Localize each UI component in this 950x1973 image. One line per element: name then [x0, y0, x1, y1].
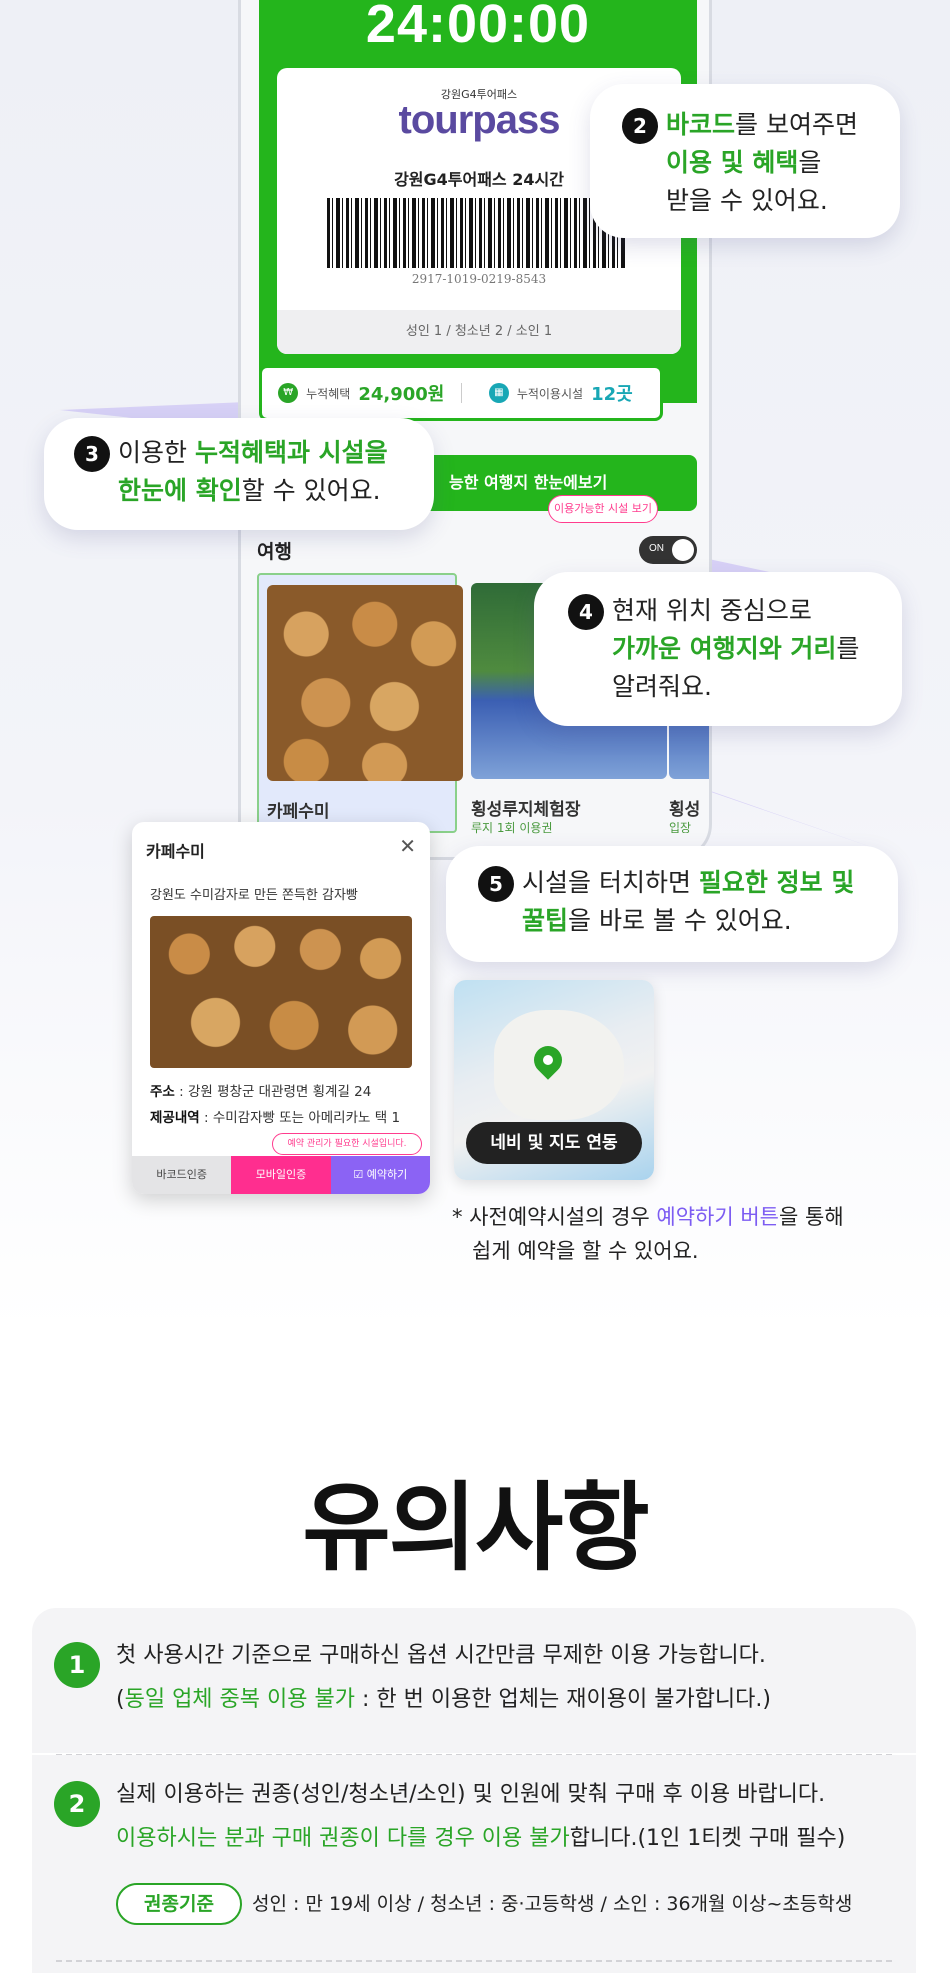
- barcode-number: 2917-1019-0219-8543: [411, 272, 547, 286]
- popup-offer: 제공내역 : 수미감자빵 또는 아메리카노 택 1: [150, 1106, 400, 1126]
- card-name: 카페수미: [267, 802, 330, 822]
- notice-title: 유의사항: [302, 1472, 649, 1584]
- reserve-label: 예약하기: [366, 1168, 408, 1181]
- stats-bar: ₩ 누적혜택 24,900원 ▦ 누적이용시설 12곳: [259, 365, 663, 421]
- card-name: 횡성: [669, 800, 701, 820]
- card-sub: 입장: [669, 821, 692, 833]
- stat-facility-label: 누적이용시설: [516, 386, 584, 401]
- stat-benefit: ₩ 누적혜택 24,900원: [262, 380, 461, 406]
- facility-popup: 카페수미 ✕ 강원도 수미감자로 만든 쫀득한 감자빵 주소 : 강원 평창군 …: [132, 822, 430, 1194]
- callout-text: 현재 위치 중심으로: [612, 596, 812, 625]
- popup-image: [150, 916, 412, 1068]
- callout-highlight: 필요한 정보 및: [698, 868, 855, 897]
- available-toggle[interactable]: ON: [639, 536, 697, 564]
- barcode[interactable]: [327, 198, 627, 268]
- callout-number: 2: [622, 108, 658, 144]
- notice-text: (: [116, 1687, 125, 1712]
- card-image: [267, 585, 463, 781]
- callout-text: 시설을 터치하면: [522, 868, 699, 897]
- card-sub: 루지 1회 이용권: [471, 821, 553, 835]
- callout-text: 알려줘요.: [612, 672, 712, 701]
- notice-item: 2 실제 이용하는 권종(성인/청소년/소인) 및 인원에 맞춰 구매 후 이용…: [32, 1755, 916, 1973]
- callout-number: 3: [74, 436, 110, 472]
- note-text: 쉽게 예약을 할 수 있어요.: [472, 1239, 699, 1263]
- callout-highlight: 한눈에 확인: [118, 476, 242, 505]
- stat-benefit-label: 누적혜택: [306, 386, 351, 401]
- callout-highlight: 이용 및 혜택: [666, 148, 799, 177]
- notice-line: (동일 업체 중복 이용 불가 : 한 번 이용한 업체는 재이용이 불가합니다…: [116, 1678, 771, 1722]
- notice-highlight: 동일 업체 중복 이용 불가: [124, 1687, 355, 1712]
- passenger-count: 성인 1 / 청소년 2 / 소인 1: [277, 310, 681, 354]
- reservation-tip: 예약 관리가 필요한 시설입니다.: [272, 1133, 422, 1155]
- ticket-type-text: 성인 : 만 19세 이상 / 청소년 : 중·고등학생 / 소인 : 36개월…: [252, 1893, 853, 1915]
- offer-label: 제공내역: [150, 1110, 200, 1126]
- close-icon[interactable]: ✕: [399, 834, 416, 858]
- callout-text: 를: [836, 634, 860, 663]
- notice-text: : 한 번 이용한 업체는 재이용이 불가합니다.): [354, 1687, 771, 1712]
- callout-text: 을: [798, 148, 822, 177]
- popup-description: 강원도 수미감자로 만든 쫀득한 감자빵: [150, 888, 358, 903]
- travel-section-label: 여행: [257, 541, 292, 563]
- notice-number: 2: [54, 1781, 100, 1827]
- notice-divider: [56, 1960, 892, 1962]
- notice-number: 1: [54, 1642, 100, 1688]
- barcode-auth-button[interactable]: 바코드인증: [132, 1156, 232, 1194]
- note-highlight: 예약하기 버튼: [656, 1205, 780, 1229]
- reserve-button[interactable]: ☑ 예약하기: [330, 1156, 430, 1194]
- address-label: 주소: [150, 1084, 175, 1100]
- stat-facility: ▦ 누적이용시설 12곳: [462, 380, 661, 406]
- popup-actions: 바코드인증 모바일인증 ☑ 예약하기: [132, 1156, 430, 1194]
- notice-line: 실제 이용하는 권종(성인/청소년/소인) 및 인원에 맞춰 구매 후 이용 바…: [116, 1782, 826, 1807]
- toggle-on-label: ON: [649, 543, 664, 554]
- notice-line: 첫 사용시간 기준으로 구매하신 옵션 시간만큼 무제한 이용 가능합니다.: [116, 1643, 766, 1668]
- calendar-icon: ☑: [353, 1168, 367, 1181]
- brand-wordmark: tourpass: [398, 98, 561, 142]
- coin-icon: ₩: [278, 383, 299, 403]
- notice-highlight: 이용하시는 분과 구매 권종이 다를 경우 이용 불가: [116, 1826, 570, 1851]
- callout-text: 할 수 있어요.: [241, 476, 381, 505]
- callout-nearby: 4 현재 위치 중심으로 가까운 여행지와 거리를 알려줘요.: [534, 572, 902, 726]
- map-label: 네비 및 지도 연동: [466, 1122, 642, 1164]
- notice-item: 1 첫 사용시간 기준으로 구매하신 옵션 시간만큼 무제한 이용 가능합니다.…: [32, 1608, 916, 1753]
- notice-text: 합니다.(1인 1티켓 구매 필수): [569, 1826, 846, 1851]
- callout-highlight: 꿀팁: [522, 906, 569, 935]
- callout-highlight: 가까운 여행지와 거리: [612, 634, 837, 663]
- notice-line: 이용하시는 분과 구매 권종이 다를 경우 이용 불가합니다.(1인 1티켓 구…: [116, 1817, 845, 1861]
- toggle-knob: [672, 539, 694, 561]
- map-thumbnail[interactable]: 네비 및 지도 연동: [454, 980, 654, 1180]
- callout-barcode: 2 바코드를 보여주면 이용 및 혜택을 받을 수 있어요.: [590, 84, 900, 238]
- offer-value: : 수미감자빵 또는 아메리카노 택 1: [199, 1110, 401, 1126]
- callout-highlight: 누적혜택과 시설을: [194, 438, 388, 467]
- callout-text: 받을 수 있어요.: [666, 186, 828, 215]
- note-text: * 사전예약시설의 경우: [452, 1205, 657, 1229]
- callout-text: 이용한: [118, 438, 195, 467]
- timer: 24:00:00: [365, 0, 591, 54]
- callout-number: 4: [568, 594, 604, 630]
- callout-highlight: 바코드: [666, 110, 736, 139]
- ticket-type-pill: 권종기준: [116, 1883, 242, 1925]
- reservation-note: * 사전예약시설의 경우 예약하기 버튼을 통해 쉽게 예약을 할 수 있어요.: [452, 1200, 844, 1268]
- travel-card[interactable]: 카페수미: [257, 573, 463, 833]
- toggle-tooltip: 이용가능한 시설 보기: [548, 495, 658, 523]
- callout-text: 를 보여주면: [735, 110, 858, 139]
- callout-text: 을 바로 볼 수 있어요.: [568, 906, 792, 935]
- callout-facility-info: 5 시설을 터치하면 필요한 정보 및 꿀팁을 바로 볼 수 있어요.: [446, 846, 898, 962]
- popup-title: 카페수미: [146, 842, 205, 861]
- address-value: : 강원 평창군 대관령면 횡계길 24: [174, 1084, 372, 1100]
- callout-number: 5: [478, 866, 514, 902]
- facility-icon: ▦: [488, 383, 509, 403]
- callout-accumulated: 3 이용한 누적혜택과 시설을 한눈에 확인할 수 있어요.: [44, 418, 434, 530]
- stat-benefit-value: 24,900원: [358, 384, 445, 405]
- mobile-auth-button[interactable]: 모바일인증: [231, 1156, 331, 1194]
- card-name: 횡성루지체험장: [471, 800, 581, 820]
- note-text: 을 통해: [779, 1205, 844, 1229]
- popup-address: 주소 : 강원 평창군 대관령면 횡계길 24: [150, 1080, 371, 1100]
- stat-facility-value: 12곳: [591, 384, 633, 405]
